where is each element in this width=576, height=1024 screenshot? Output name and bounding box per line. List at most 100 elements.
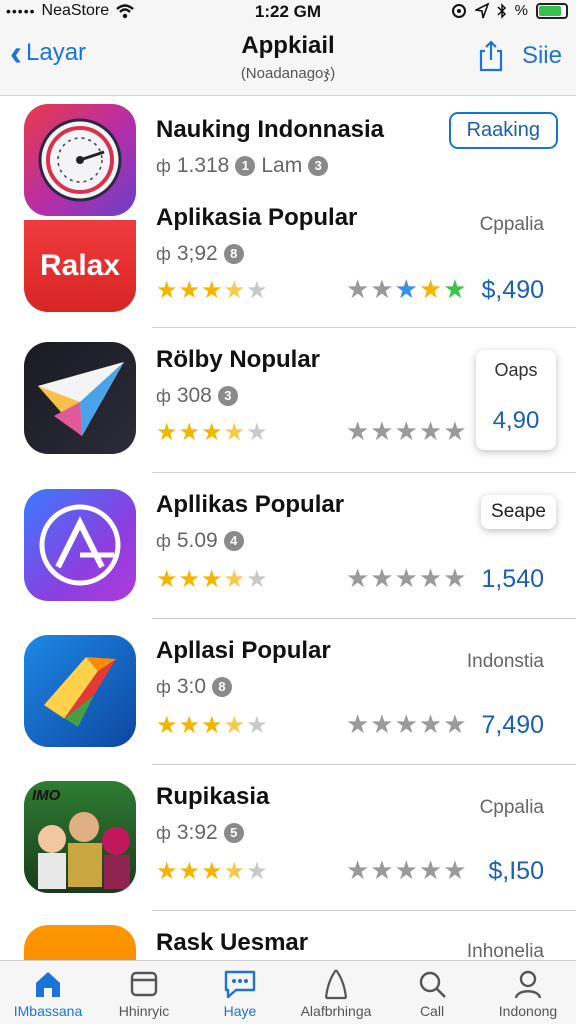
battery-icon [536, 2, 568, 19]
location-icon [474, 2, 489, 18]
tab-call[interactable]: Call [384, 961, 480, 1024]
app-meta-value: 3:0 [176, 675, 207, 698]
app-tag: Inhonelia [466, 941, 544, 960]
review-stars: ★★★★★ [346, 855, 468, 885]
review-stars: ★★★★★ [346, 563, 468, 593]
app-meta-badge: 5 [223, 823, 244, 843]
scope-card[interactable]: Seape [481, 495, 556, 529]
app-meta: ф 308 3 [156, 384, 238, 408]
battery-percent: % [514, 2, 528, 19]
app-name: Aplikasia Popular [156, 204, 358, 231]
compass-a-icon [24, 489, 136, 601]
status-bar: ••••• NeaStore 1:22 GM % [0, 0, 576, 24]
rating-count-icon: ф [156, 822, 171, 843]
rating-count-icon: ф [156, 676, 171, 697]
app-tag: Indonstia [466, 651, 544, 672]
app-meta-badge: 3 [217, 386, 238, 406]
app-meta-extra: Lam [261, 154, 303, 177]
app-price: $,I50 [488, 857, 544, 885]
tab-label: IMbassana [13, 1003, 83, 1019]
app-meta-badge: 1 [235, 156, 256, 176]
star-rating: ★★★★★ [156, 277, 269, 304]
review-stars: ★★★★★ [346, 416, 468, 446]
star-rating: ★★★★★ [156, 419, 269, 446]
nav-right-actions: Siie [478, 40, 562, 72]
app-meta-badge-secondary: 3 [308, 156, 329, 176]
paper-plane-icon [24, 342, 136, 454]
app-name: Apllasi Popular [156, 637, 331, 664]
app-price: $,490 [481, 276, 544, 304]
navigation-bar: ‹ Layar Appkiail (Noadanagoჯ) Siie [0, 24, 576, 96]
app-meta: ф 3:0 8 [156, 675, 233, 699]
window-icon [129, 965, 159, 1003]
speedometer-icon [24, 104, 136, 216]
app-meta: ф 3;92 8 [156, 242, 244, 266]
list-item[interactable]: Rask Uesmar Inhonelia [0, 911, 576, 960]
search-icon [417, 965, 447, 1003]
app-name: Rupikasia [156, 783, 270, 810]
nav-right-button[interactable]: Siie [522, 42, 562, 70]
star-rating: ★★★★★ [156, 858, 269, 885]
tab-bar: IMbassana Hhinryic Haye Alafbrhinga Call… [0, 960, 576, 1024]
app-meta: ф 3:92 5 [156, 821, 244, 845]
card-label: Seape [491, 501, 546, 522]
ralax-app-icon: Ralax [24, 220, 136, 312]
share-icon[interactable] [478, 40, 504, 72]
app-meta-badge: 4 [223, 531, 244, 551]
rating-count-icon: ф [156, 243, 171, 264]
app-meta-value: 3;92 [176, 242, 218, 265]
tab-label: Hhinryic [118, 1003, 170, 1019]
list-item[interactable]: Nauking Indonnasia ф 1.318 1 Lam 3 Raaki… [0, 96, 576, 328]
profile-icon [513, 965, 543, 1003]
app-tag: Cppalia [479, 214, 544, 235]
orange-app-icon [24, 925, 136, 960]
lock-rotation-icon [451, 3, 466, 18]
person-outline-icon [321, 965, 351, 1003]
star-rating: ★★★★★ [156, 566, 269, 593]
review-stars: ★★★★★ [346, 709, 468, 739]
app-name: Rölby Nopular [156, 346, 321, 373]
app-list: Nauking Indonnasia ф 1.318 1 Lam 3 Raaki… [0, 96, 576, 960]
tab-label: Haye [223, 1003, 257, 1019]
price-card[interactable]: Oaps 4,90 [476, 350, 556, 450]
app-meta-badge: 8 [223, 244, 244, 264]
card-value: 4,90 [492, 407, 540, 434]
tab-indonong[interactable]: Indonong [480, 961, 576, 1024]
rating-count-icon: ф [156, 530, 171, 551]
tab-label: Call [419, 1003, 445, 1019]
tab-label: Indonong [498, 1003, 558, 1019]
status-right: % [451, 2, 568, 19]
tab-alafbrhinga[interactable]: Alafbrhinga [288, 961, 384, 1024]
colorful-arrow-icon [24, 635, 136, 747]
rating-count-icon: ф [156, 155, 171, 176]
review-stars: ★★★★★ [346, 274, 468, 304]
list-item[interactable]: IMO Rupikasia ф 3:92 5 Cppalia ★★★★★ ★★★… [0, 765, 576, 911]
app-meta: ф 1.318 1 Lam 3 [156, 154, 329, 178]
app-price: 1,540 [481, 565, 544, 593]
app-name: Nauking Indonnasia [156, 116, 385, 143]
app-meta-value: 5.09 [176, 529, 218, 552]
app-price: 7,490 [481, 711, 544, 739]
list-item[interactable]: Rölby Nopular ф 308 3 ★★★★★ ★★★★★ Oaps 4… [0, 328, 576, 473]
chat-bubble-icon [222, 965, 258, 1003]
app-meta-value: 308 [176, 384, 212, 407]
list-item[interactable]: Apllasi Popular ф 3:0 8 Indonstia ★★★★★ … [0, 619, 576, 765]
app-meta-badge: 8 [212, 677, 233, 697]
game-icon-text: IMO [32, 787, 61, 804]
ralax-icon-text: Ralax [39, 249, 121, 282]
app-meta: ф 5.09 4 [156, 529, 244, 553]
tab-label: Alafbrhinga [300, 1003, 372, 1019]
home-icon [33, 965, 63, 1003]
ranking-button[interactable]: Raaking [448, 112, 558, 149]
bluetooth-icon [497, 2, 506, 19]
card-label: Oaps [494, 360, 538, 380]
app-name: Rask Uesmar [156, 929, 309, 956]
tab-imbassana[interactable]: IMbassana [0, 961, 96, 1024]
list-item[interactable]: Apllikas Popular ф 5.09 4 ★★★★★ ★★★★★ Se… [0, 473, 576, 619]
cartoon-game-icon: IMO [24, 781, 136, 893]
star-rating: ★★★★★ [156, 712, 269, 739]
tab-hhinryic[interactable]: Hhinryic [96, 961, 192, 1024]
tab-haye[interactable]: Haye [192, 961, 288, 1024]
app-name: Apllikas Popular [156, 491, 345, 518]
app-tag: Cppalia [479, 797, 544, 818]
